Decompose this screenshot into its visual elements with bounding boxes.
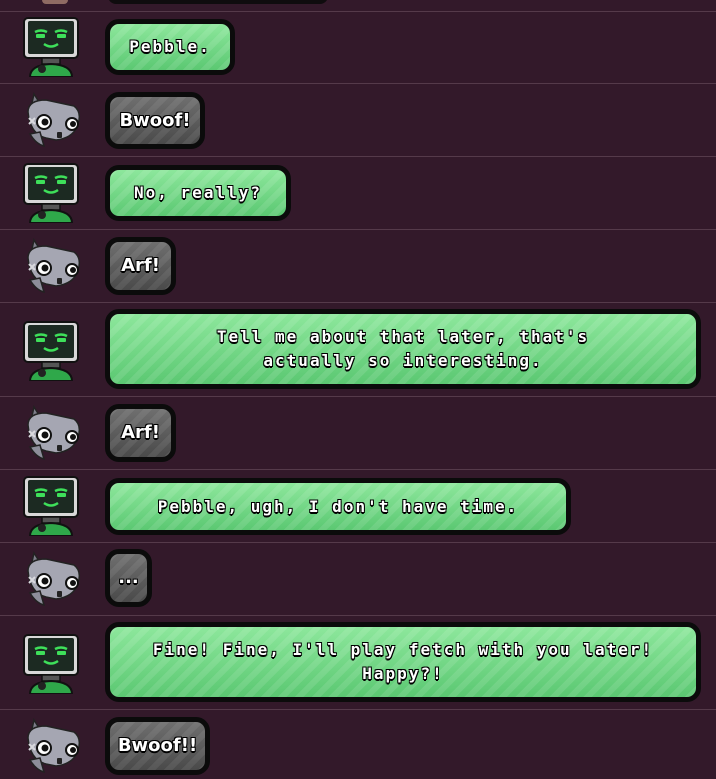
gray-dog-icon	[20, 234, 82, 296]
chat-log: Pebble. Bwoof! No, really? Arf! Tell me …	[0, 0, 716, 779]
message-bubble: Pebble, ugh, I don't have time.	[105, 478, 571, 535]
message-bubble: No, really?	[105, 165, 291, 221]
message-text: Bwoof!	[119, 109, 191, 131]
message-text: Bwoof!!	[117, 735, 198, 756]
message-row: No, really?	[0, 157, 716, 230]
message-text: Tell me about that later, that's actuall…	[216, 327, 601, 370]
message-bubble: Arf!	[105, 404, 176, 462]
robot-monitor-icon	[20, 474, 82, 537]
message-bubble: Tell me about that later, that's actuall…	[105, 309, 701, 389]
robot-monitor-icon	[20, 15, 82, 78]
message-bubble: Arf!	[105, 237, 176, 295]
message-row: Tell me about that later, that's actuall…	[0, 303, 716, 397]
message-bubble: ...	[105, 549, 152, 607]
message-text: Fine! Fine, I'll play fetch with you lat…	[152, 640, 665, 683]
message-row: Bwoof!	[0, 84, 716, 157]
robot-monitor-icon	[20, 632, 82, 695]
message-text: ...	[118, 567, 139, 588]
robot-monitor-icon	[20, 319, 82, 382]
message-row: Fine! Fine, I'll play fetch with you lat…	[0, 616, 716, 710]
robot-monitor-icon	[20, 161, 82, 224]
message-row: Pebble.	[0, 11, 716, 84]
message-bubble: Bwoof!!	[105, 717, 210, 775]
message-text: Pebble, ugh, I don't have time.	[157, 496, 519, 516]
message-bubble: Bwoof!	[105, 92, 205, 149]
message-row: Pebble, ugh, I don't have time.	[0, 470, 716, 543]
message-text: Arf!	[121, 422, 160, 443]
gray-dog-icon	[20, 88, 82, 150]
message-text: Pebble.	[129, 37, 211, 56]
previous-avatar	[42, 0, 68, 4]
message-row: Arf!	[0, 230, 716, 303]
message-bubble: Pebble.	[105, 19, 235, 75]
message-row: ...	[0, 543, 716, 616]
message-row: Arf!	[0, 397, 716, 470]
message-text: Arf!	[121, 255, 160, 276]
gray-dog-icon	[20, 401, 82, 463]
previous-message-bubble	[108, 0, 328, 4]
gray-dog-icon	[20, 714, 82, 776]
message-bubble: Fine! Fine, I'll play fetch with you lat…	[105, 622, 701, 702]
gray-dog-icon	[20, 547, 82, 609]
message-text: No, really?	[134, 183, 262, 202]
message-row: Bwoof!!	[0, 710, 716, 779]
